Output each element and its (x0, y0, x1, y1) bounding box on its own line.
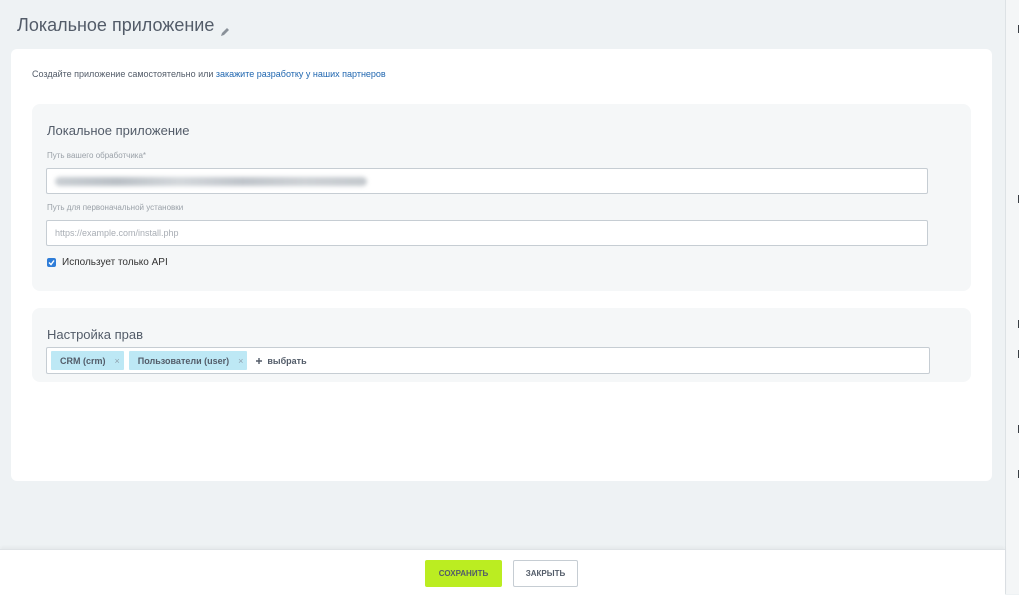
page-title-text: Локальное приложение (17, 15, 215, 35)
app-section-title: Локальное приложение (47, 123, 190, 138)
rights-tags-box[interactable]: CRM (crm) × Пользователи (user) × выбрат… (46, 347, 930, 374)
install-path-placeholder: https://example.com/install.php (55, 228, 179, 238)
api-only-checkbox[interactable] (47, 258, 56, 267)
install-path-label: Путь для первоначальной установки (47, 203, 184, 212)
handler-path-label: Путь вашего обработчика* (47, 151, 147, 160)
rights-section-title: Настройка прав (47, 327, 144, 342)
main-card: Создайте приложение самостоятельно или з… (11, 49, 992, 481)
close-button[interactable]: ЗАКРЫТЬ (513, 560, 578, 587)
api-only-label: Использует только API (62, 257, 168, 268)
add-right-label: выбрать (267, 355, 307, 366)
handler-path-value-redacted (55, 176, 367, 186)
tag-user: Пользователи (user) × (128, 351, 248, 370)
handler-path-input[interactable] (46, 168, 928, 194)
install-path-input[interactable]: https://example.com/install.php (46, 220, 928, 246)
right-side-panel-strip (1005, 0, 1019, 594)
intro-prefix: Создайте приложение самостоятельно или (32, 69, 216, 79)
pencil-icon[interactable] (220, 21, 230, 36)
tag-label: Пользователи (user) (137, 355, 230, 366)
api-only-row[interactable]: Использует только API (47, 257, 168, 268)
tag-crm: CRM (crm) × (51, 351, 124, 370)
save-button[interactable]: СОХРАНИТЬ (425, 560, 502, 587)
intro-text: Создайте приложение самостоятельно или з… (32, 69, 386, 79)
remove-tag-icon[interactable]: × (238, 356, 243, 366)
tag-label: CRM (crm) (60, 355, 106, 366)
app-section: Локальное приложение Путь вашего обработ… (32, 104, 971, 291)
partners-link[interactable]: закажите разработку у наших партнеров (216, 69, 386, 79)
remove-tag-icon[interactable]: × (115, 356, 120, 366)
add-right-link[interactable]: выбрать (255, 355, 307, 366)
page-title: Локальное приложение (17, 15, 230, 36)
rights-section: Настройка прав CRM (crm) × Пользователи … (32, 308, 971, 382)
footer-bar: СОХРАНИТЬ ЗАКРЫТЬ (0, 549, 1005, 595)
plus-icon (256, 357, 263, 364)
